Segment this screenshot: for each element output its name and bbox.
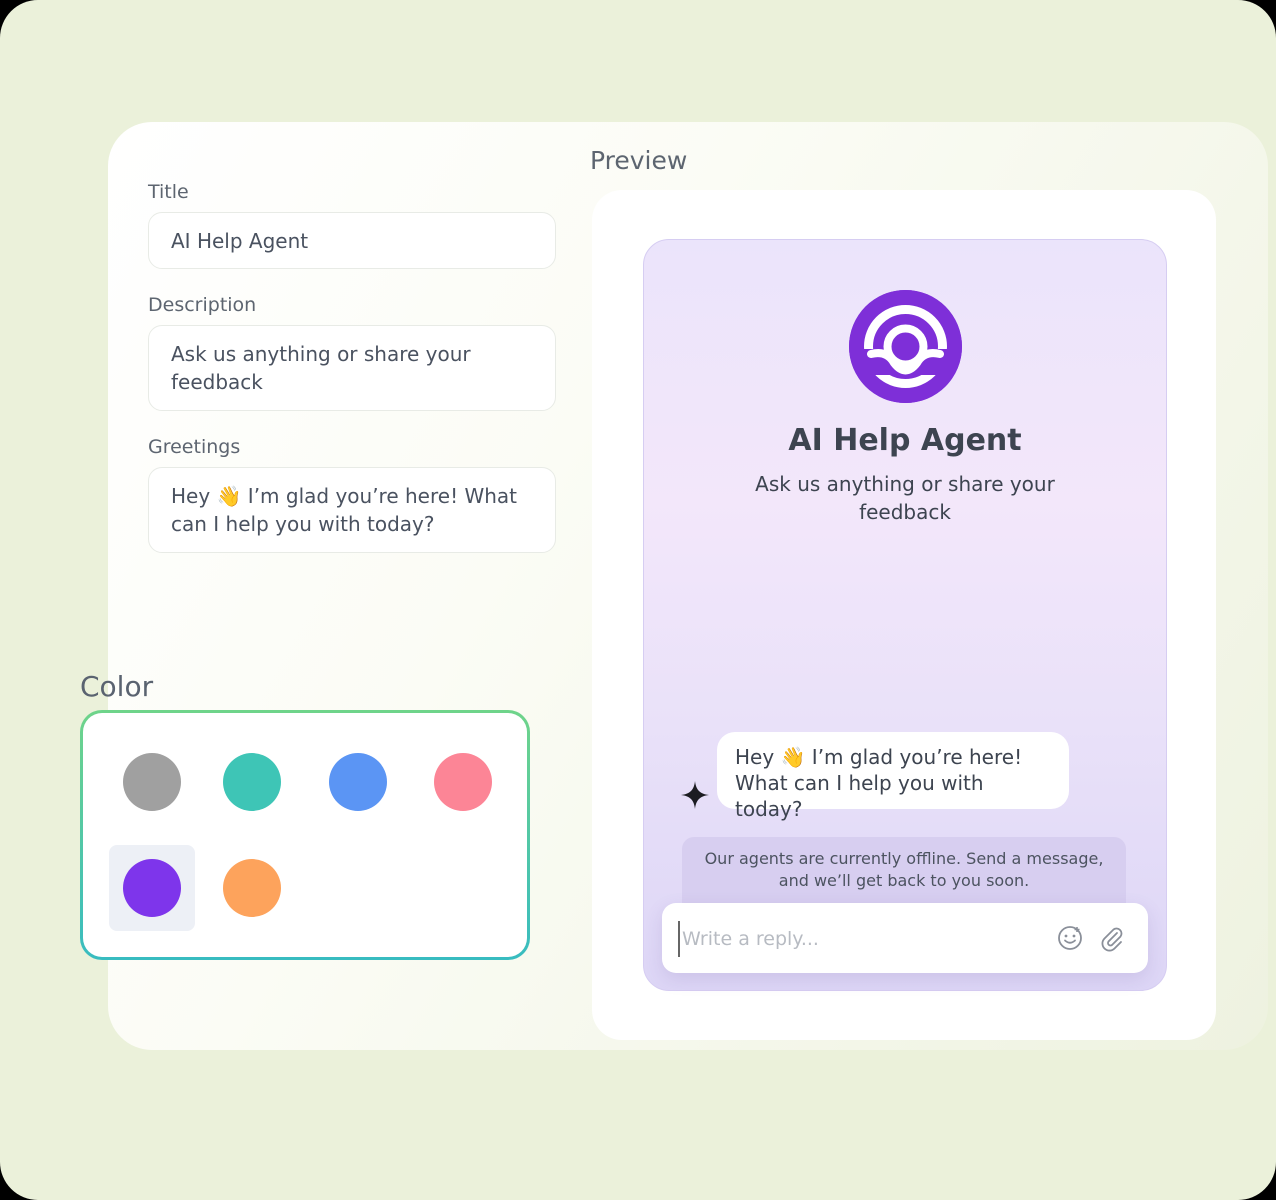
swatch-orange-button[interactable] (209, 845, 295, 931)
swatch-gray-button[interactable] (109, 739, 195, 825)
paperclip-icon[interactable] (1098, 924, 1126, 952)
description-label: Description (148, 294, 257, 316)
emoji-icon[interactable] (1056, 924, 1084, 952)
greeting-message: Hey 👋 I’m glad you’re here! What can I h… (717, 732, 1069, 821)
preview-heading: Preview (590, 146, 688, 175)
swatch-pink-button[interactable] (420, 739, 506, 825)
swatch-blue (329, 753, 387, 811)
color-label: Color (80, 670, 154, 703)
title-field[interactable]: AI Help Agent (148, 212, 556, 269)
swatch-pink (434, 753, 492, 811)
reply-bar (662, 903, 1148, 973)
swatch-teal-button[interactable] (209, 739, 295, 825)
description-field[interactable]: Ask us anything or share your feedback (148, 325, 556, 411)
title-label: Title (148, 181, 189, 203)
swatch-blue-button[interactable] (315, 739, 401, 825)
greetings-field[interactable]: Hey 👋 I’m glad you’re here! What can I h… (148, 467, 556, 553)
swatch-orange (223, 859, 281, 917)
canvas: Title AI Help Agent Description Ask us a… (0, 0, 1276, 1200)
reply-input[interactable] (678, 921, 1044, 957)
color-panel (80, 710, 530, 960)
agent-description: Ask us anything or share your feedback (755, 472, 1055, 524)
swatch-purple-button[interactable] (109, 845, 195, 931)
swatch-purple (123, 859, 181, 917)
swatch-teal (223, 753, 281, 811)
sparkle-icon (681, 781, 709, 809)
swatch-gray (123, 753, 181, 811)
agent-title: AI Help Agent (788, 423, 1022, 458)
greetings-label: Greetings (148, 436, 241, 458)
agent-logo-icon (849, 290, 962, 403)
